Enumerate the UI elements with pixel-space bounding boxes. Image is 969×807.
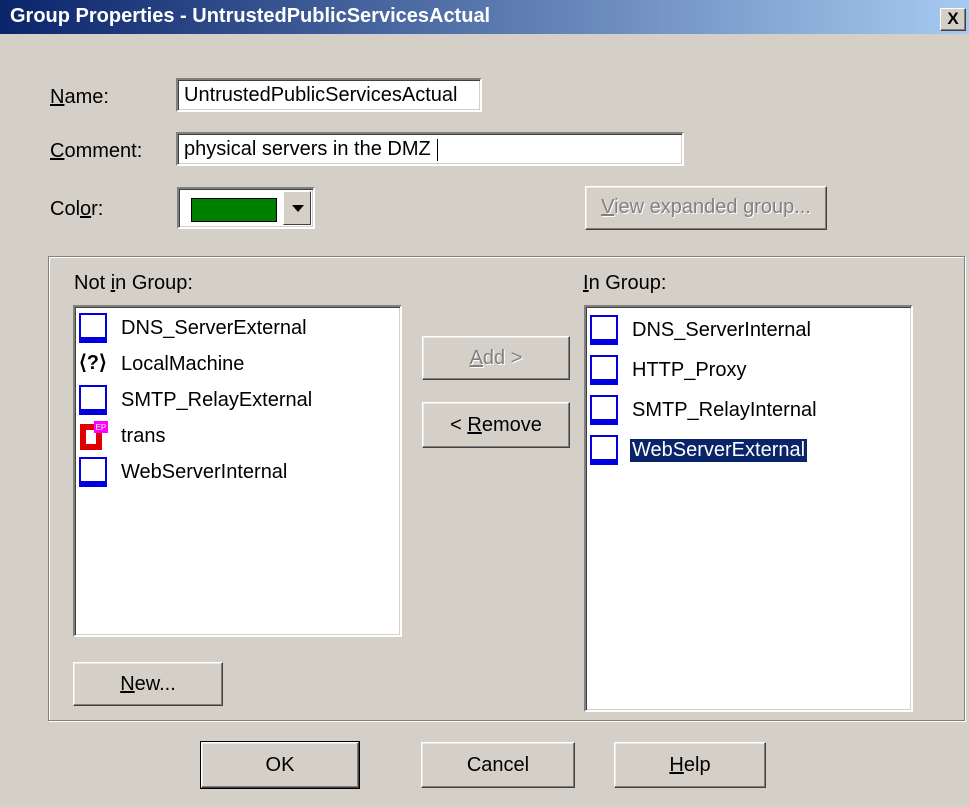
color-label: Color: (50, 198, 104, 220)
ok-button[interactable]: OK (200, 741, 360, 789)
svg-text:EP: EP (96, 423, 107, 432)
comment-label: Comment: (50, 140, 143, 162)
new-button[interactable]: New... (73, 662, 223, 706)
text-caret (436, 138, 438, 161)
host-icon (79, 313, 107, 343)
host-icon (590, 395, 618, 425)
in-group-list[interactable]: DNS_ServerInternal HTTP_Proxy SMTP_Relay… (584, 305, 913, 712)
host-icon (79, 457, 107, 487)
unknown-object-icon: ⟨?⟩ (79, 352, 107, 374)
help-button[interactable]: Help (614, 742, 766, 788)
comment-field[interactable]: physical servers in the DMZ (176, 132, 684, 166)
comment-field-value: physical servers in the DMZ (184, 138, 431, 160)
color-dropdown[interactable] (177, 187, 315, 229)
color-swatch (191, 198, 277, 222)
view-expanded-group-button[interactable]: View expanded group... (585, 186, 827, 230)
host-icon (590, 435, 618, 465)
close-button[interactable]: X (940, 8, 966, 31)
name-label: Name: (50, 86, 109, 108)
chevron-down-icon (292, 205, 304, 212)
host-icon (590, 355, 618, 385)
name-field[interactable]: UntrustedPublicServicesActual (176, 78, 482, 112)
add-button[interactable]: Add > (422, 336, 570, 380)
title-bar[interactable]: Group Properties - UntrustedPublicServic… (0, 0, 969, 34)
dropdown-button[interactable] (283, 191, 311, 225)
address-translation-icon: EP (80, 421, 108, 450)
window-title: Group Properties - UntrustedPublicServic… (10, 5, 491, 27)
host-icon (590, 315, 618, 345)
host-icon (79, 385, 107, 415)
name-field-value: UntrustedPublicServicesActual (184, 84, 458, 106)
in-group-label: In Group: (583, 272, 667, 294)
remove-button[interactable]: < Remove (422, 402, 570, 448)
not-in-group-label: Not in Group: (74, 272, 193, 294)
cancel-button[interactable]: Cancel (421, 742, 575, 788)
not-in-group-list[interactable]: DNS_ServerExternal ⟨?⟩ LocalMachine SMTP… (73, 305, 402, 637)
